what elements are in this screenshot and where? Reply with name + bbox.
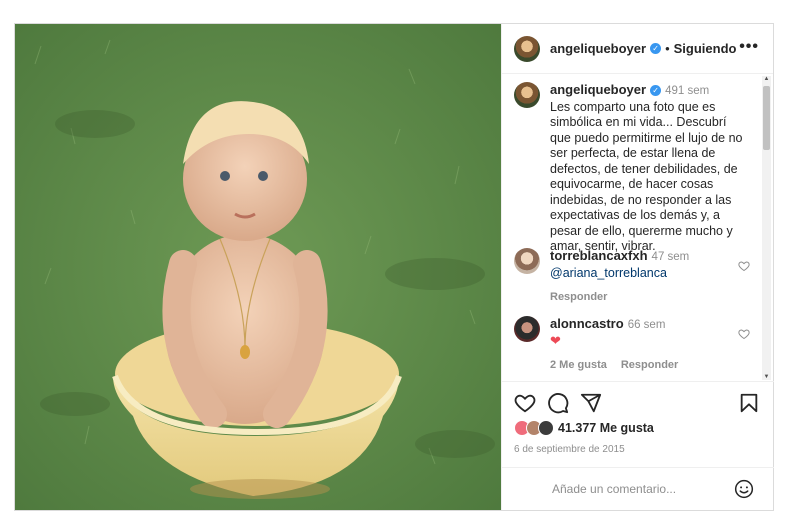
- caption: angeliqueboyer ✓ 491 sem Les comparto una …: [514, 82, 750, 255]
- caption-text: Les comparto una foto que es simbólica e…: [550, 99, 743, 254]
- scroll-thumb[interactable]: [763, 86, 770, 150]
- bookmark-icon[interactable]: [738, 392, 760, 414]
- emoji-icon[interactable]: [734, 479, 754, 499]
- likes-count[interactable]: 41.377 Me gusta: [558, 421, 654, 435]
- caption-username[interactable]: angeliqueboyer: [550, 82, 646, 97]
- post-photo[interactable]: [15, 24, 501, 510]
- separator-dot: •: [665, 41, 670, 56]
- post-modal: angeliqueboyer ✓ • Siguiendo ••• angeliq…: [14, 23, 774, 511]
- comment-like-heart-icon[interactable]: [738, 328, 750, 340]
- comment-time[interactable]: 66 sem: [628, 319, 666, 331]
- likes-summary[interactable]: 41.377 Me gusta: [514, 420, 654, 436]
- reply-button[interactable]: Responder: [550, 291, 607, 303]
- author-avatar[interactable]: [514, 35, 540, 62]
- reply-button[interactable]: Responder: [621, 359, 678, 371]
- comment-input[interactable]: [550, 481, 724, 497]
- post-date: 6 de septiembre de 2015: [514, 444, 625, 455]
- post-side-panel: angeliqueboyer ✓ • Siguiendo ••• angeliq…: [501, 24, 774, 512]
- comment-text[interactable]: @ariana_torreblanca: [550, 265, 750, 281]
- more-icon[interactable]: •••: [739, 38, 759, 56]
- comment-icon[interactable]: [547, 392, 569, 414]
- comment-time[interactable]: 47 sem: [652, 251, 690, 263]
- comment-username[interactable]: alonncastro: [550, 316, 624, 331]
- comment-like-heart-icon[interactable]: [738, 260, 750, 272]
- author-username[interactable]: angeliqueboyer: [550, 41, 646, 56]
- scroll-down-arrow-icon[interactable]: ▼: [763, 374, 770, 380]
- heart-icon[interactable]: [514, 392, 536, 414]
- verified-badge-icon: ✓: [650, 85, 662, 97]
- comment-avatar[interactable]: [514, 316, 540, 342]
- comment-item: alonncastro 66 sem ❤ 2 Me gusta Responder: [514, 316, 750, 373]
- caption-avatar[interactable]: [514, 82, 540, 108]
- liker-avatar: [538, 420, 554, 436]
- post-header: angeliqueboyer ✓ • Siguiendo •••: [502, 24, 773, 74]
- add-comment-bar: [502, 467, 774, 513]
- comments-list: angeliqueboyer ✓ 491 sem Les comparto una …: [502, 74, 760, 380]
- post-actions: 41.377 Me gusta 6 de septiembre de 2015: [502, 381, 774, 512]
- comment-likes[interactable]: 2 Me gusta: [550, 359, 607, 371]
- comment-username[interactable]: torreblancaxfxh: [550, 248, 648, 263]
- comments-scrollbar[interactable]: ▲ ▼: [762, 76, 771, 380]
- share-icon[interactable]: [580, 392, 602, 414]
- comment-item: torreblancaxfxh 47 sem @ariana_torreblanc…: [514, 248, 750, 305]
- verified-badge-icon: ✓: [650, 43, 662, 54]
- following-button[interactable]: Siguiendo: [674, 41, 737, 56]
- comment-avatar[interactable]: [514, 248, 540, 274]
- caption-time[interactable]: 491 sem: [665, 85, 709, 97]
- scroll-up-arrow-icon[interactable]: ▲: [763, 76, 770, 82]
- comment-text: ❤: [550, 333, 561, 348]
